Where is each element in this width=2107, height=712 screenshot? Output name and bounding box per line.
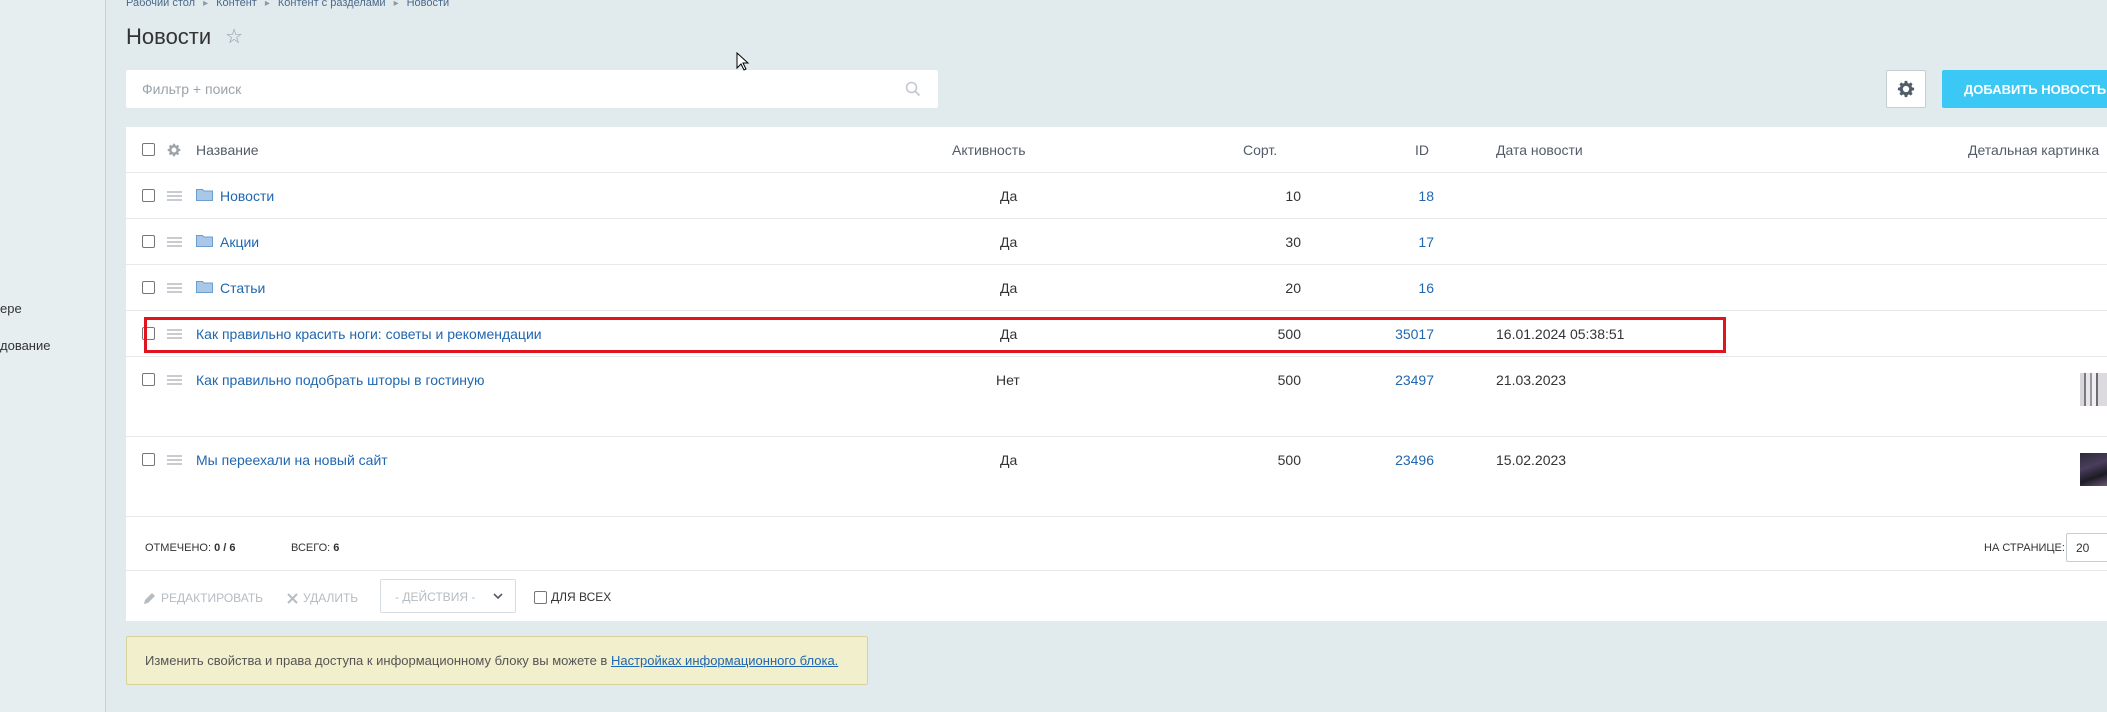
left-menu-item[interactable]: ере [0,301,22,316]
per-page-label: НА СТРАНИЦЕ: [1984,542,2065,554]
left-menu-panel: ере дование [0,0,106,712]
row-id-link[interactable]: 18 [1364,188,1434,204]
row-checkbox[interactable] [142,453,155,466]
edit-button-label: РЕДАКТИРОВАТЬ [161,591,264,605]
breadcrumb-item[interactable]: Контент [216,0,257,9]
for-all-toggle[interactable]: ДЛЯ ВСЕХ [534,590,611,604]
folder-icon [196,235,213,247]
news-grid: Название Активность Сорт. ID Дата новост… [126,127,2107,621]
for-all-checkbox[interactable] [534,590,547,604]
group-actions-bar: РЕДАКТИРОВАТЬ УДАЛИТЬ - ДЕЙСТВИЯ - ДЛЯ В… [126,571,2107,621]
folder-icon [196,189,213,201]
breadcrumb-item[interactable]: Контент с разделами [278,0,386,9]
row-name-link[interactable]: Как правильно подобрать шторы в гостиную [196,372,485,388]
row-id-link[interactable]: 17 [1364,234,1434,250]
for-all-label: ДЛЯ ВСЕХ [551,590,612,604]
star-icon[interactable]: ☆ [225,27,243,47]
mouse-cursor-icon [736,52,750,71]
row-active: Нет [996,372,1020,388]
row-sort: 500 [1277,452,1301,468]
row-date: 15.02.2023 [1496,452,1567,468]
grid-footer-info: ОТМЕЧЕНО: 0 / 6 ВСЕГО: 6 НА СТРАНИЦЕ: 20 [126,522,2107,571]
delete-button-label: УДАЛИТЬ [303,591,359,605]
breadcrumb-item[interactable]: Новости [407,0,450,9]
highlight-box [144,317,1726,353]
add-news-button[interactable]: ДОБАВИТЬ НОВОСТЬ [1942,70,2107,108]
search-bar [126,70,938,108]
row-active: Да [1000,452,1018,468]
table-row[interactable]: Статьи Да 20 16 [126,265,2107,311]
table-row[interactable]: Как правильно подобрать шторы в гостиную… [126,357,2107,437]
total-count-value: 6 [333,542,340,554]
total-count: ВСЕГО: 6 [291,542,340,554]
column-header-id[interactable]: ID [1415,142,1429,158]
actions-select[interactable]: - ДЕЙСТВИЯ - [380,579,516,613]
chevron-down-icon [493,593,503,600]
breadcrumb-separator-icon: ▸ [203,0,209,9]
left-menu-item[interactable]: дование [0,338,50,353]
column-header-picture[interactable]: Детальная картинка [1968,142,2099,158]
select-all-checkbox[interactable] [142,143,155,156]
table-row[interactable]: Мы переехали на новый сайт Да 500 23496 … [126,437,2107,517]
row-name-link[interactable]: Новости [220,188,274,204]
row-checkbox[interactable] [142,281,155,294]
folder-icon [196,281,213,293]
edit-button[interactable]: РЕДАКТИРОВАТЬ [143,591,263,605]
row-checkbox[interactable] [142,189,155,202]
breadcrumb-item[interactable]: Рабочий стол [126,0,195,9]
actions-select-value: - ДЕЙСТВИЯ - [395,590,476,604]
breadcrumb-separator-icon: ▸ [264,0,270,9]
selected-count-value: 0 / 6 [214,542,236,554]
row-checkbox[interactable] [142,373,155,386]
notice-text: Изменить свойства и права доступа к инфо… [145,653,608,668]
table-row[interactable]: Новости Да 10 18 [126,173,2107,219]
row-sort: 30 [1285,234,1301,250]
pencil-icon [144,592,155,604]
row-sort: 500 [1277,372,1301,388]
row-menu-icon[interactable] [167,237,182,247]
iblock-settings-link[interactable]: Настройках информационного блока. [611,653,838,668]
column-header-active[interactable]: Активность [952,142,1026,158]
breadcrumb: Рабочий стол ▸ Контент ▸ Контент с разде… [126,0,449,9]
row-name-link[interactable]: Мы переехали на новый сайт [196,452,388,468]
row-menu-icon[interactable] [167,283,182,293]
row-menu-icon[interactable] [167,191,182,201]
column-header-name[interactable]: Название [196,142,259,158]
close-icon [287,592,298,604]
selected-count: ОТМЕЧЕНО: 0 / 6 [145,542,236,554]
grid-settings-button[interactable] [1886,70,1926,108]
gear-icon [1897,80,1915,98]
main-area: Рабочий стол ▸ Контент ▸ Контент с разде… [126,0,2107,712]
detail-picture-thumbnail[interactable] [2080,373,2107,406]
page-title: Новости [126,24,212,49]
row-sort: 20 [1285,280,1301,296]
grid-header: Название Активность Сорт. ID Дата новост… [126,127,2107,173]
row-id-link[interactable]: 16 [1364,280,1434,296]
row-checkbox[interactable] [142,235,155,248]
row-name-link[interactable]: Акции [220,234,259,250]
row-sort: 10 [1285,188,1301,204]
row-id-link[interactable]: 23497 [1364,372,1434,388]
row-menu-icon[interactable] [167,455,182,465]
table-row[interactable]: Акции Да 30 17 [126,219,2107,265]
search-icon[interactable] [904,80,922,98]
breadcrumb-separator-icon: ▸ [393,0,399,9]
row-active: Да [1000,280,1018,296]
row-date: 21.03.2023 [1496,372,1567,388]
per-page-select[interactable]: 20 [2066,533,2107,562]
search-input[interactable] [126,70,866,108]
row-name-link[interactable]: Статьи [220,280,265,296]
delete-button[interactable]: УДАЛИТЬ [287,591,358,605]
detail-picture-thumbnail[interactable] [2080,453,2107,486]
row-active: Да [1000,234,1018,250]
title-row: Новости ☆ [126,24,243,50]
column-header-sort[interactable]: Сорт. [1243,142,1277,158]
row-menu-icon[interactable] [167,375,182,385]
iblock-settings-notice: Изменить свойства и права доступа к инфо… [126,636,868,685]
column-header-date[interactable]: Дата новости [1496,142,1583,158]
column-settings-gear-icon[interactable] [167,143,181,157]
row-id-link[interactable]: 23496 [1364,452,1434,468]
